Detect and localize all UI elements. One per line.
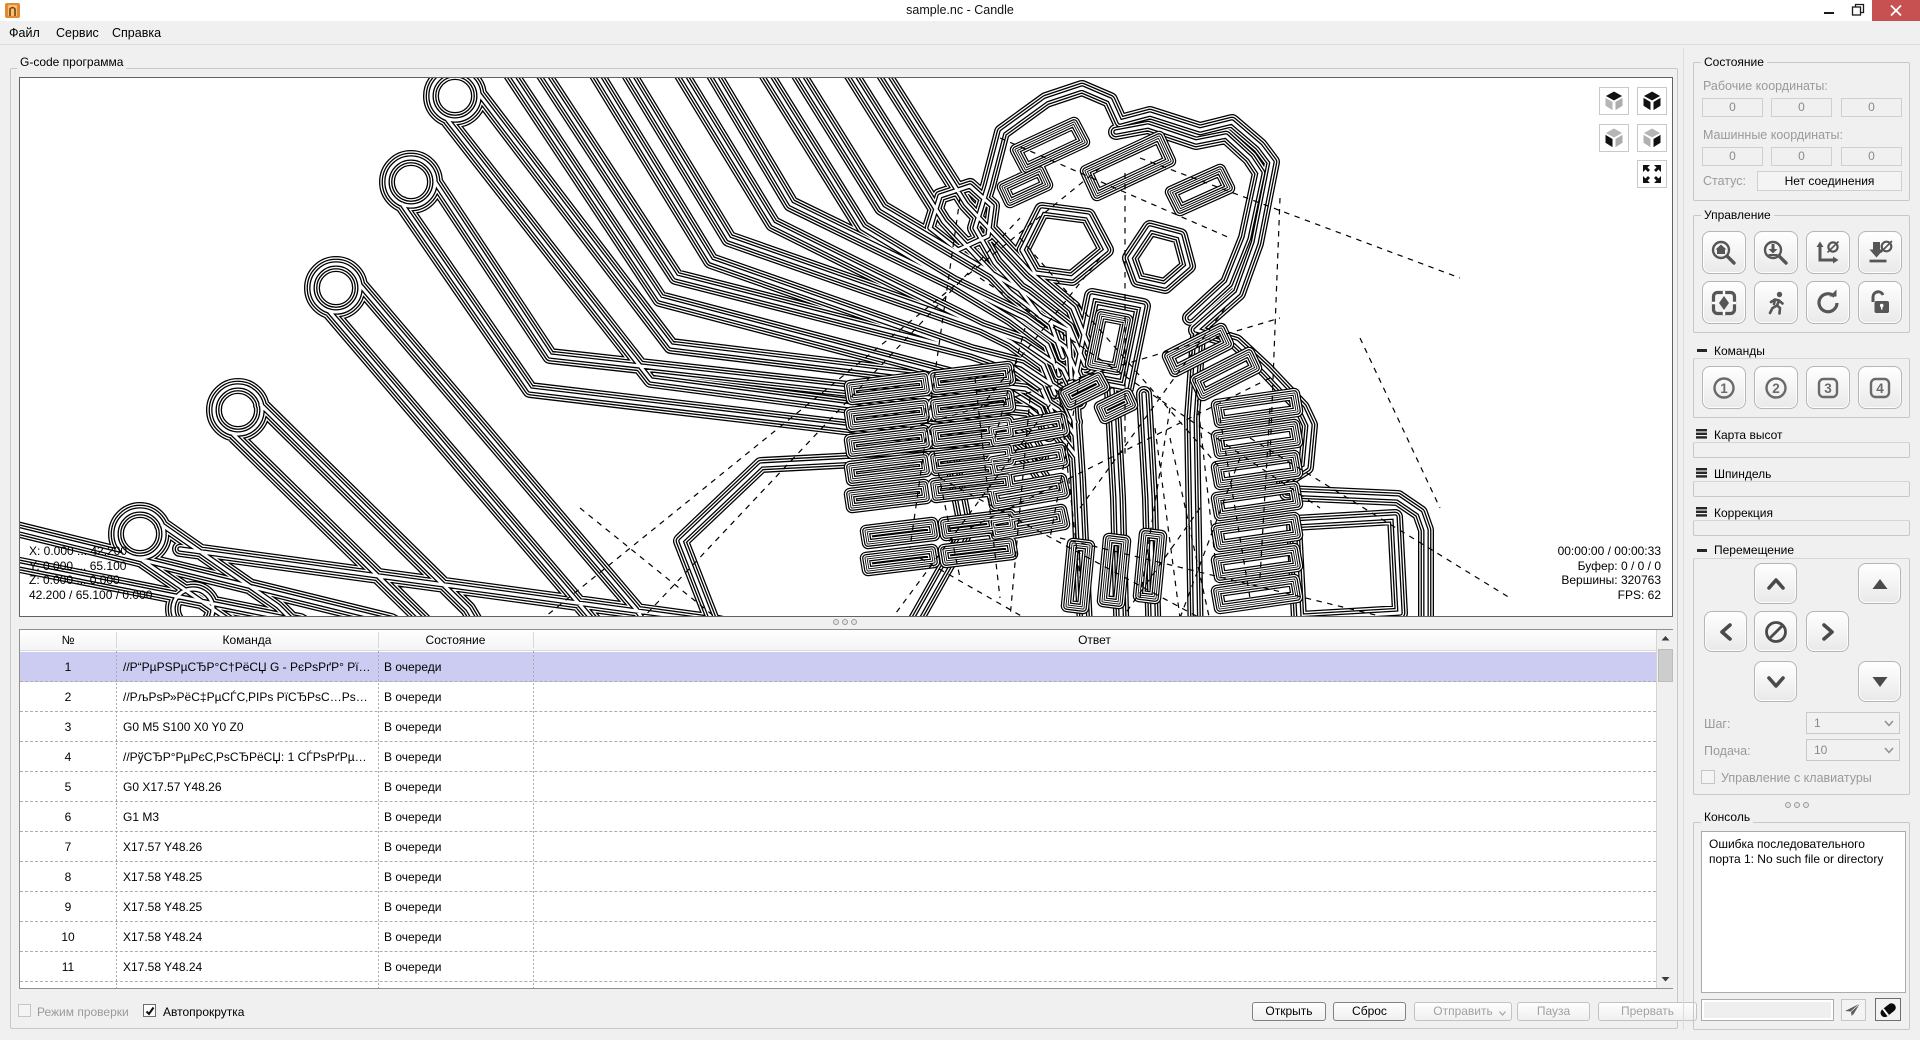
svg-text:1: 1 <box>1720 381 1728 396</box>
svg-text:4: 4 <box>1876 381 1884 396</box>
svg-text:3: 3 <box>1824 381 1832 396</box>
svg-text:2: 2 <box>1772 381 1780 396</box>
